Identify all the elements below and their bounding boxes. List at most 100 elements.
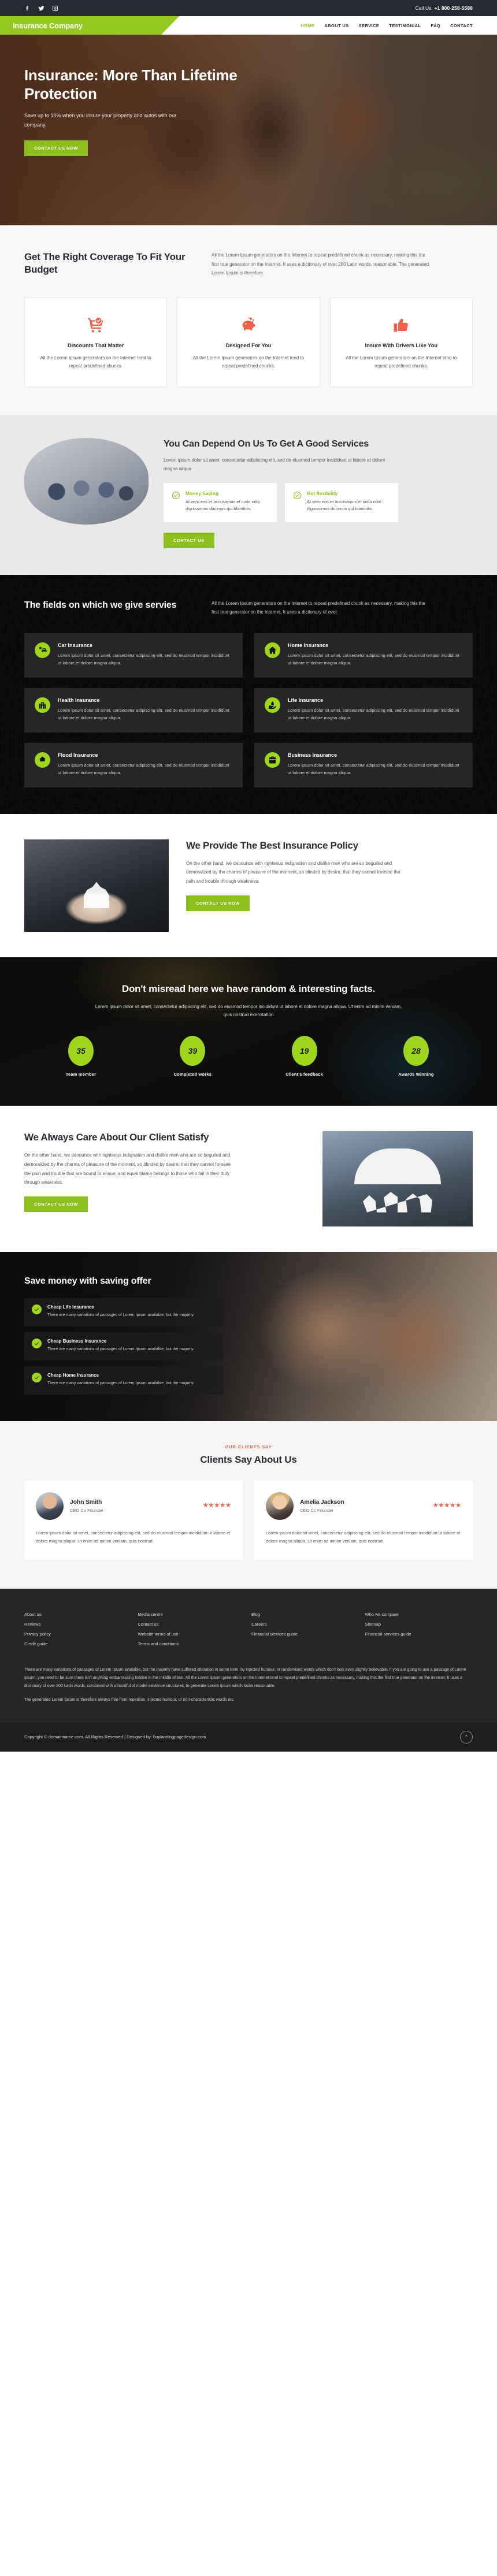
depend-feature[interactable]: Get flexibility At vero eos et accusamus…	[285, 482, 398, 522]
depend-feature-title: Money Saving	[186, 490, 219, 496]
check-circle-icon	[293, 491, 302, 500]
coverage-card[interactable]: Designed For You All the Lorem Ipsum gen…	[177, 297, 320, 387]
footer-link-columns: About us Reviews Privacy policy Credit g…	[24, 1612, 473, 1651]
service-body: Lorem ipsum dolor sit amet, consectetur …	[58, 762, 229, 776]
depend-contact-button[interactable]: CONTACT US	[164, 532, 214, 548]
depend-heading: You Can Depend On Us To Get A Good Servi…	[164, 438, 369, 449]
depend-feature-body: At vero eos et accusamus et iusto odio d…	[307, 499, 381, 512]
depend-feature-body: At vero eos et accusamus et iusto odio d…	[186, 499, 260, 512]
policy-contact-button[interactable]: CONTACT US NOW	[186, 895, 250, 911]
footer-link-financial-services-guide[interactable]: Financial services guide	[251, 1631, 359, 1637]
policy-heading: We Provide The Best Insurance Policy	[186, 839, 358, 851]
service-title: Flood Insurance	[58, 752, 98, 758]
facebook-icon[interactable]	[24, 5, 31, 12]
nav-item-contact[interactable]: CONTACT	[450, 23, 473, 28]
page-root: Call Us: +1 800-258-5588 Insurance Compa…	[0, 0, 497, 1752]
footer-link-financial-services-guide-2[interactable]: Financial services guide	[365, 1631, 473, 1637]
save-offer-list: Cheap Life Insurance There are many vari…	[24, 1298, 224, 1395]
nav-item-service[interactable]: SERVICE	[359, 23, 380, 28]
testimonial-card[interactable]: John Smith CEO Co Founder ★★★★★ Lorem ip…	[24, 1480, 243, 1560]
facts-section: Don't misread here we have random & inte…	[0, 957, 497, 1106]
footer-note: There are many variations of passages of…	[24, 1666, 473, 1704]
footer-link-sitemap[interactable]: Sitemap	[365, 1622, 473, 1627]
services-heading: The fields on which we give servies	[24, 600, 177, 610]
service-body: Lorem ipsum dolor sit amet, consectetur …	[58, 652, 229, 666]
counter-team-member: 35 Team member	[40, 1036, 121, 1077]
footer-link-blog[interactable]: Blog	[251, 1612, 359, 1617]
service-title: Life Insurance	[288, 697, 324, 703]
service-card-flood-insurance[interactable]: Flood Insurance Lorem ipsum dolor sit am…	[24, 742, 243, 787]
counter-awards-winning: 28 Awards Winning	[376, 1036, 457, 1077]
shopping-cart-check-icon	[35, 313, 156, 337]
save-offer-body: There are many variations of passages of…	[47, 1381, 195, 1385]
services-section: The fields on which we give servies All …	[0, 574, 497, 814]
policy-body: On the other hand, we denounce with righ…	[186, 860, 400, 884]
testimonial-card[interactable]: Amelia Jackson CEO Co Founder ★★★★★ Lore…	[254, 1480, 473, 1560]
footer-note-paragraph-2: The generated Lorem Ipsum is therefore a…	[24, 1697, 235, 1702]
nav-item-testimonial[interactable]: TESTIMONIAL	[389, 23, 421, 28]
nav-item-home[interactable]: HOME	[301, 23, 314, 28]
footer-link-terms-conditions[interactable]: Terms and conditions	[138, 1641, 246, 1646]
chevron-up-icon[interactable]: ^	[460, 1730, 473, 1744]
service-card-life-insurance[interactable]: Life Insurance Lorem ipsum dolor sit ame…	[254, 687, 473, 733]
footer-link-careers[interactable]: Careers	[251, 1622, 359, 1627]
footer-link-media-centre[interactable]: Media centre	[138, 1612, 246, 1617]
service-body: Lorem ipsum dolor sit amet, consectetur …	[288, 707, 459, 721]
star-rating: ★★★★★	[202, 1502, 231, 1510]
service-body: Lorem ipsum dolor sit amet, consectetur …	[288, 652, 459, 666]
facts-heading: Don't misread here we have random & inte…	[121, 983, 376, 994]
service-body: Lorem ipsum dolor sit amet, consectetur …	[58, 707, 229, 721]
nav-item-faq[interactable]: FAQ	[431, 23, 440, 28]
hero-section: Insurance: More Than Lifetime Protection…	[0, 35, 497, 225]
testimonial-body: Lorem ipsum dolor sit amet, consectetur …	[266, 1530, 461, 1544]
save-offer-item[interactable]: Cheap Life Insurance There are many vari…	[24, 1298, 224, 1326]
check-icon	[32, 1372, 42, 1382]
instagram-icon[interactable]	[52, 5, 58, 12]
footer-link-contact-us[interactable]: Contact us	[138, 1622, 246, 1627]
care-contact-button[interactable]: CONTACT US NOW	[24, 1196, 88, 1212]
coverage-card[interactable]: Discounts That Matter All the Lorem Ipsu…	[24, 297, 168, 387]
testimonial-cards: John Smith CEO Co Founder ★★★★★ Lorem ip…	[24, 1480, 473, 1560]
footer-note-paragraph-1: There are many variations of passages of…	[24, 1667, 466, 1688]
briefcase-icon	[265, 752, 280, 768]
call-us: Call Us: +1 800-258-5588	[415, 5, 473, 11]
star-rating: ★★★★★	[432, 1502, 461, 1510]
depend-feature[interactable]: Money Saving At vero eos et accusamus et…	[164, 482, 277, 522]
save-offer-title: Cheap Business Insurance	[47, 1338, 107, 1344]
coverage-card-body: All the Lorem Ipsum generators on the In…	[40, 355, 151, 369]
phone-number[interactable]: +1 800-258-5588	[435, 5, 473, 11]
nav-item-about-us[interactable]: ABOUT US	[324, 23, 348, 28]
twitter-icon[interactable]	[38, 5, 44, 12]
coverage-body: All the Lorem Ipsum generators on the In…	[212, 252, 429, 276]
coverage-card-body: All the Lorem Ipsum generators on the In…	[192, 355, 305, 369]
service-card-car-insurance[interactable]: Car Insurance Lorem ipsum dolor sit amet…	[24, 633, 243, 678]
service-title: Business Insurance	[288, 752, 337, 758]
service-body: Lorem ipsum dolor sit amet, consectetur …	[288, 762, 459, 776]
footer-link-about-us[interactable]: About us	[24, 1612, 132, 1617]
service-card-home-insurance[interactable]: Home Insurance Lorem ipsum dolor sit ame…	[254, 633, 473, 678]
hero-subtitle: Save up to 10% when you insure your prop…	[24, 113, 177, 128]
footer-link-who-we-compare[interactable]: Who we compare	[365, 1612, 473, 1617]
testimonials-heading: Clients Say About Us	[200, 1454, 297, 1465]
depend-photo	[24, 437, 149, 525]
testimonial-role: CEO Co Founder	[300, 1507, 333, 1513]
policy-section: We Provide The Best Insurance Policy On …	[0, 813, 497, 957]
home-icon	[265, 642, 280, 658]
footer-link-credit-guide[interactable]: Credit guide	[24, 1641, 132, 1646]
counter-value: 19	[291, 1036, 317, 1066]
save-offer-item[interactable]: Cheap Home Insurance There are many vari…	[24, 1366, 224, 1395]
footer-link-website-terms[interactable]: Website terms of use	[138, 1631, 246, 1637]
save-offer-title: Cheap Home Insurance	[47, 1372, 99, 1378]
service-card-business-insurance[interactable]: Business Insurance Lorem ipsum dolor sit…	[254, 742, 473, 787]
coverage-card[interactable]: Insure With Drivers Like You All the Lor…	[329, 297, 473, 387]
call-us-label: Call Us:	[415, 5, 433, 11]
service-card-health-insurance[interactable]: Health Insurance Lorem ipsum dolor sit a…	[24, 687, 243, 733]
footer-column: Blog Careers Financial services guide	[251, 1612, 359, 1651]
footer-link-privacy-policy[interactable]: Privacy policy	[24, 1631, 132, 1637]
avatar	[266, 1492, 294, 1520]
hero-contact-button[interactable]: CONTACT US NOW	[24, 140, 88, 156]
save-offer-item[interactable]: Cheap Business Insurance There are many …	[24, 1332, 224, 1361]
footer-link-reviews[interactable]: Reviews	[24, 1622, 132, 1627]
counter-completed-works: 39 Completed works	[152, 1036, 233, 1077]
brand-logo[interactable]: Insurance Company	[0, 16, 179, 35]
